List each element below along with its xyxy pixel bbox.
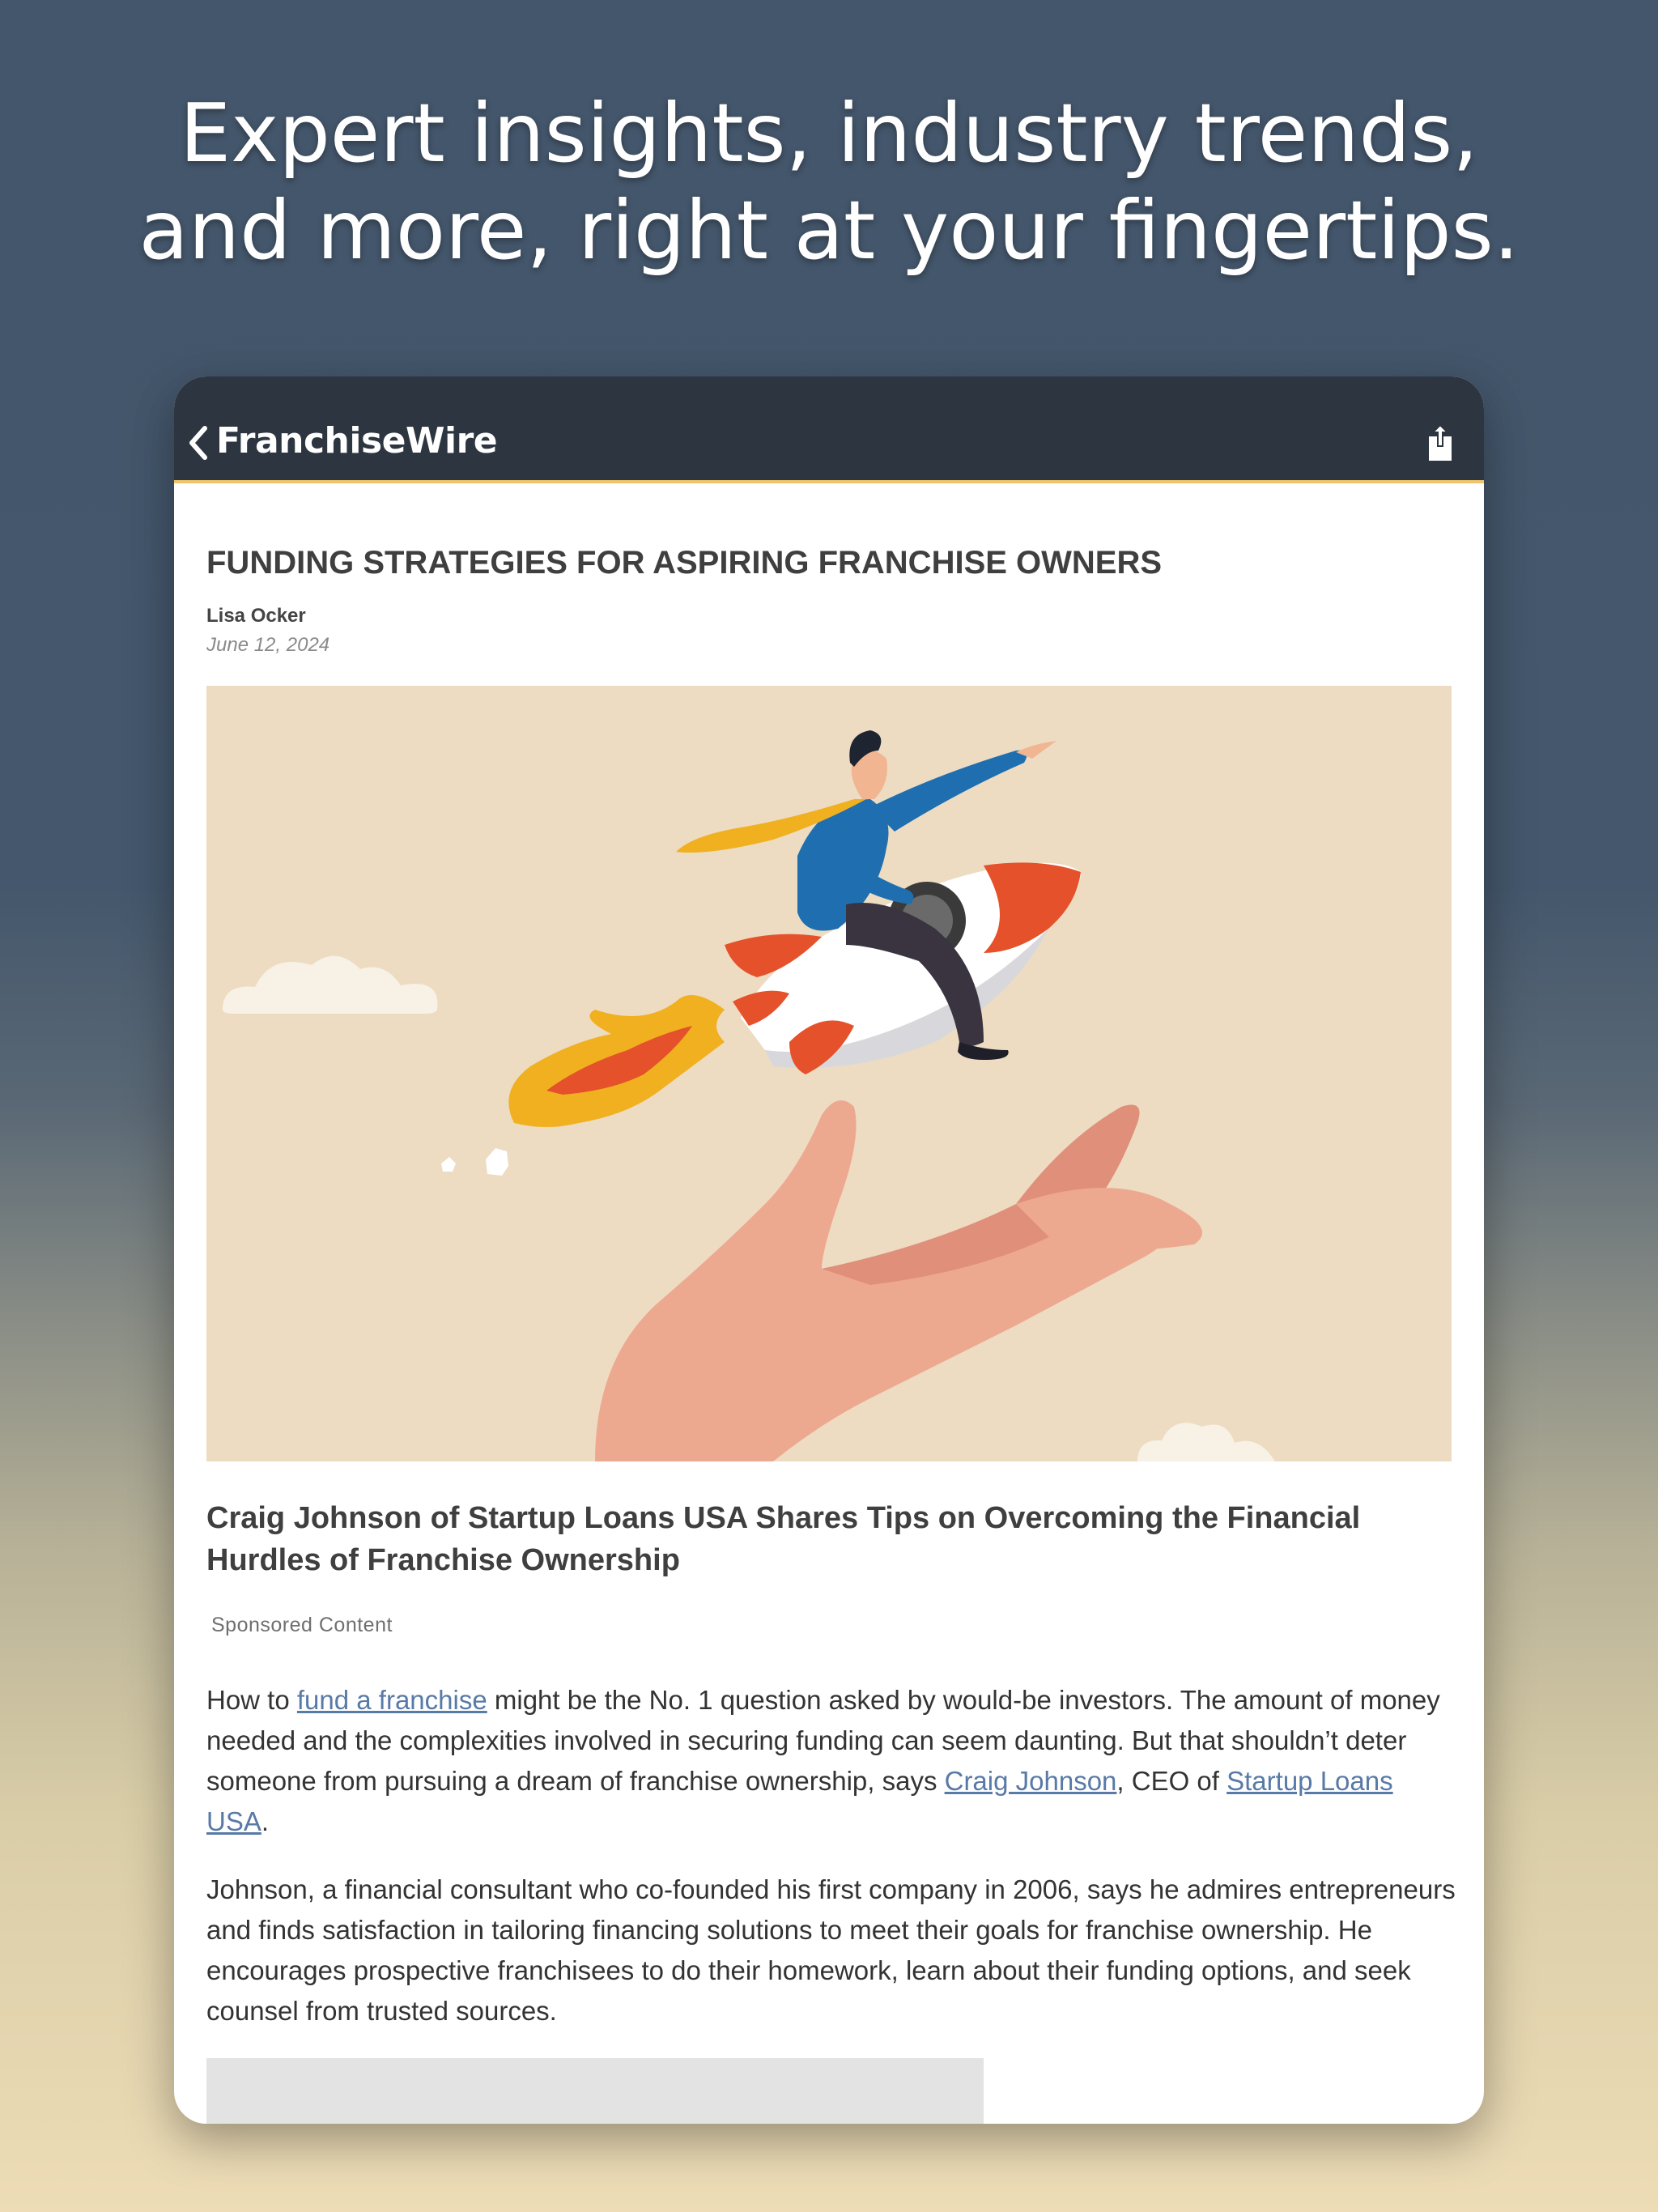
headline-line-1: Expert insights, industry trends,	[179, 86, 1479, 181]
headline-line-2: and more, right at your fingertips.	[138, 183, 1520, 278]
rocket-hand-illustration	[223, 730, 1275, 1461]
article-date: June 12, 2024	[206, 634, 330, 656]
device-screen: FranchiseWire FUNDING STRATEGIES FOR ASP…	[174, 376, 1484, 2124]
p1-text-3: , CEO of	[1116, 1766, 1227, 1796]
p1-text-4: .	[261, 1806, 270, 1836]
promo-headline: Expert insights, industry trends, and mo…	[0, 85, 1658, 279]
sponsored-label: Sponsored Content	[211, 1614, 393, 1636]
article-subtitle: Craig Johnson of Startup Loans USA Share…	[206, 1501, 1361, 1577]
brand-logo: FranchiseWire	[216, 420, 498, 462]
article-author[interactable]: Lisa Ocker	[206, 605, 306, 627]
inline-image	[206, 2058, 984, 2124]
article-paragraph-2: Johnson, a financial consultant who co-f…	[206, 1874, 1456, 2026]
p1-text-1: How to	[206, 1685, 297, 1715]
app-navbar: FranchiseWire	[174, 376, 1484, 483]
chevron-left-icon[interactable]	[187, 425, 210, 461]
fund-a-franchise-link[interactable]: fund a franchise	[297, 1685, 487, 1715]
article-title: FUNDING STRATEGIES FOR ASPIRING FRANCHIS…	[206, 545, 1163, 581]
share-icon[interactable]	[1424, 422, 1456, 462]
article-paragraph-1: How to fund a franchise might be the No.…	[206, 1680, 1457, 1842]
hero-illustration	[206, 686, 1452, 1461]
craig-johnson-link[interactable]: Craig Johnson	[945, 1766, 1117, 1796]
